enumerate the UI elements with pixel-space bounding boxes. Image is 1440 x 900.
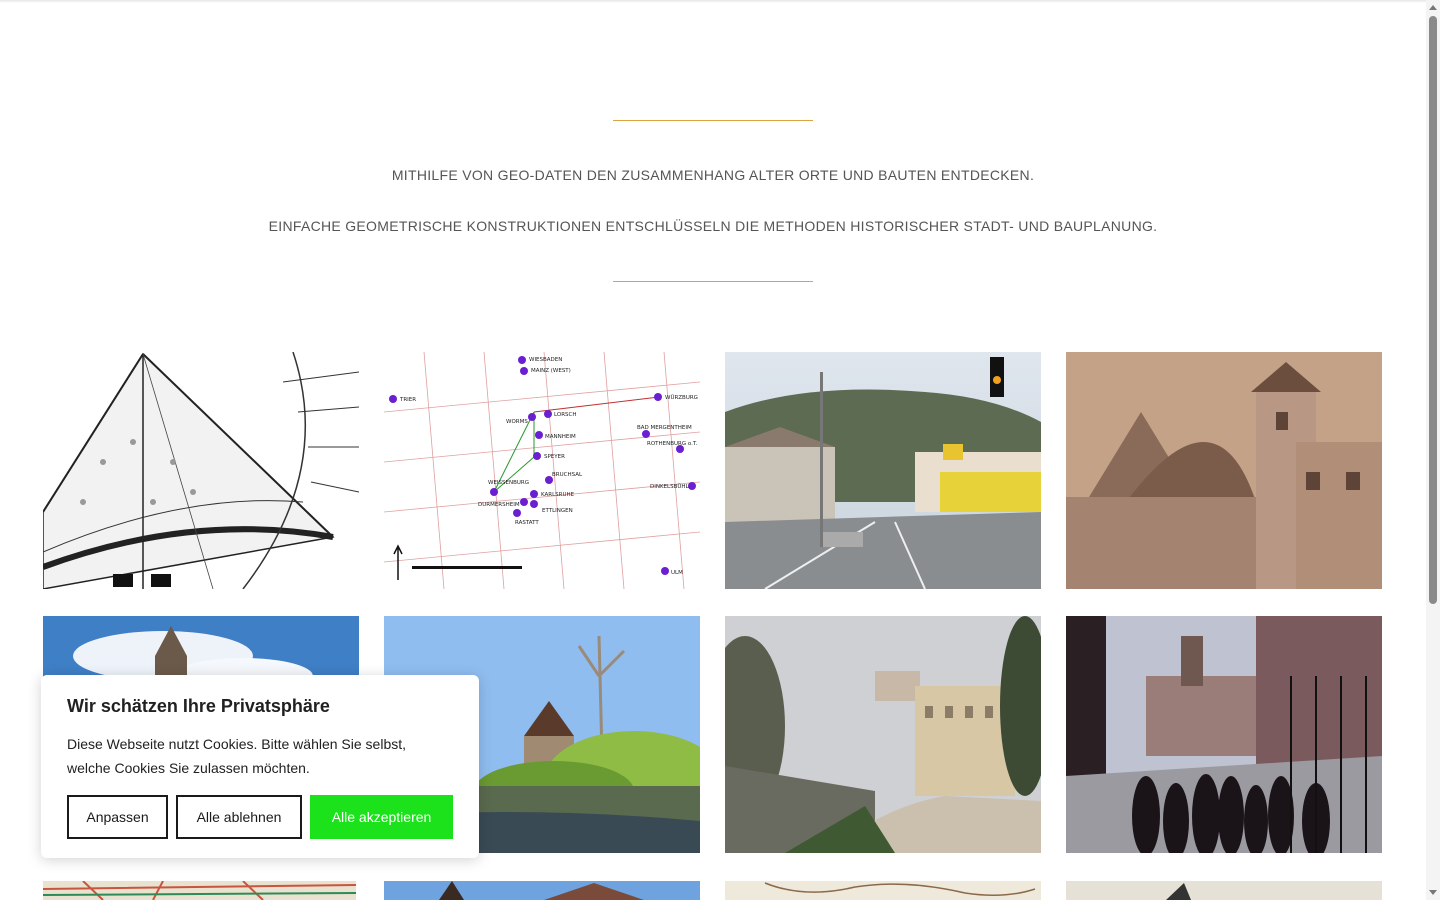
gallery-image-city-plan[interactable] — [43, 352, 359, 589]
scroll-down-arrow-icon[interactable] — [1429, 890, 1437, 895]
map-label-speyer: SPEYER — [544, 454, 565, 460]
cookie-text: Diese Webseite nutzt Cookies. Bitte wähl… — [67, 736, 407, 776]
page-scrollbar[interactable] — [1426, 0, 1440, 900]
map-label-worms: WORMS — [506, 419, 528, 425]
gallery-image-geo-map[interactable]: WIESBADEN MAINZ (WEST) TRIER WORMS LORSC… — [384, 352, 700, 589]
map-label-trier: TRIER — [399, 397, 416, 403]
map-label-dinkelsbuehl: DINKELSBÜHL — [650, 483, 690, 490]
accept-all-button[interactable]: Alle akzeptieren — [310, 795, 453, 839]
map-label-weissenburg: WEISSENBURG — [488, 480, 529, 486]
map-label-lorsch: LORSCH — [554, 412, 577, 418]
gallery-image-town-crowd[interactable] — [1066, 616, 1382, 853]
scroll-up-arrow-icon[interactable] — [1429, 5, 1437, 10]
cookie-consent-banner: Wir schätzen Ihre Privatsphäre Diese Web… — [41, 675, 479, 858]
reject-all-button[interactable]: Alle ablehnen — [176, 795, 302, 839]
map-label-bruchsal: BRUCHSAL — [552, 472, 583, 478]
header-shadow — [0, 0, 1426, 3]
divider-bottom — [613, 281, 813, 282]
gallery-image-street-map[interactable] — [43, 881, 356, 900]
gallery-image-palace-garden[interactable] — [725, 616, 1041, 853]
map-label-karlsruhe: KARLSRUHE — [541, 492, 575, 498]
map-label-rothenburg: ROTHENBURG o.T. — [647, 441, 698, 447]
map-label-wiesbaden: WIESBADEN — [529, 357, 562, 363]
map-label-bad-mergentheim: BAD MERGENTHEIM — [637, 425, 692, 431]
map-label-ulm: ULM — [671, 570, 683, 576]
map-label-wuerzburg: WÜRZBURG — [665, 394, 698, 401]
gallery-image-sketch-map[interactable] — [725, 881, 1041, 900]
gallery-image-drawing[interactable] — [1066, 881, 1382, 900]
tagline-geodata: MITHILFE VON GEO-DATEN DEN ZUSAMMENHANG … — [391, 167, 1035, 183]
scrollbar-thumb[interactable] — [1429, 16, 1437, 604]
map-label-mainz: MAINZ (WEST) — [531, 368, 571, 374]
map-label-durmersheim: DURMERSHEIM — [478, 502, 520, 508]
divider-top — [613, 120, 813, 121]
customize-button[interactable]: Anpassen — [67, 795, 168, 839]
map-label-mannheim: MANNHEIM — [545, 434, 576, 440]
tagline-geometry: EINFACHE GEOMETRISCHE KONSTRUKTIONEN ENT… — [268, 218, 1158, 234]
gallery-image-rooftops[interactable] — [384, 881, 700, 900]
map-label-rastatt: RASTATT — [515, 520, 539, 526]
map-label-ettlingen: ETTLINGEN — [542, 508, 573, 514]
cookie-title: Wir schätzen Ihre Privatsphäre — [67, 696, 330, 716]
gallery-image-street-scene[interactable] — [725, 352, 1041, 589]
gallery-image-old-tower-sepia[interactable] — [1066, 352, 1382, 589]
